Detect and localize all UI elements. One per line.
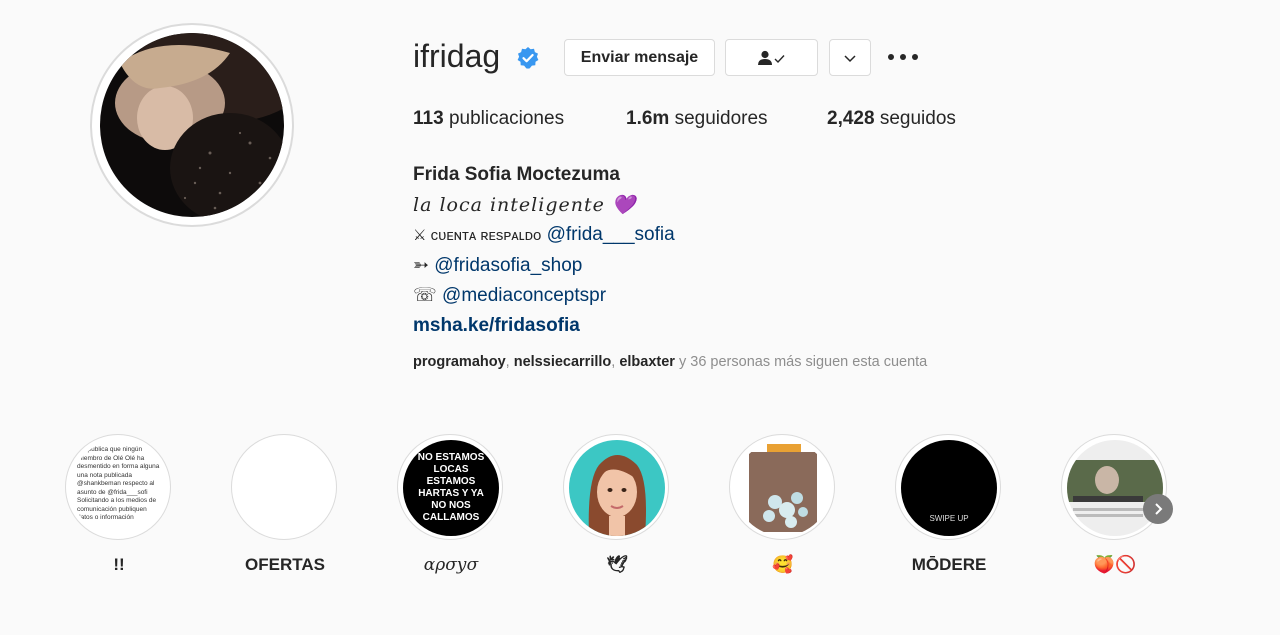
phone-icon: ☏ <box>413 285 437 306</box>
more-options-icon[interactable] <box>888 47 918 67</box>
followers-stat[interactable]: 1.6m seguidores <box>626 108 768 130</box>
shop-account-link[interactable]: @fridasofia_shop <box>434 255 582 276</box>
backup-account-label: ⚔ ᴄᴜᴇɴᴛᴀ ʀᴇsᴘᴀʟᴅᴏ <box>413 227 542 244</box>
backup-account-link[interactable]: @frida___sofia <box>547 224 675 245</box>
highlight-cover-illustration <box>569 440 665 536</box>
highlight-item[interactable]: SWIPE UP MŌDERE <box>895 434 1003 574</box>
following-count: 2,428 <box>827 108 875 129</box>
website-link[interactable]: msha.ke/fridasofia <box>413 311 675 341</box>
followers-label: seguidores <box>674 108 768 129</box>
posts-count: 113 <box>413 108 444 129</box>
user-check-icon <box>757 50 785 65</box>
profile-bio: Frida Sofia Moctezuma la loca inteligent… <box>413 160 675 341</box>
followed-by-user-3[interactable]: elbaxter <box>619 354 675 370</box>
highlight-cover-blank <box>237 440 333 536</box>
swipe-up-text: SWIPE UP <box>929 514 969 523</box>
highlight-label: 🕊 <box>606 555 628 574</box>
highlight-label: 🍑🚫 <box>1093 555 1137 574</box>
posts-stat: 113 publicaciones <box>413 108 564 130</box>
highlight-item[interactable]: ión pública que ningún miembro de Olé Ol… <box>65 434 173 574</box>
following-button[interactable] <box>725 39 818 76</box>
chevron-down-icon <box>844 54 856 62</box>
highlight-label: 🥰 <box>772 555 794 574</box>
highlight-item[interactable]: 🍑🚫 <box>1061 434 1169 574</box>
highlight-cover-photo <box>735 440 831 536</box>
followed-by-user-2[interactable]: nelssiecarrillo <box>514 354 612 370</box>
highlight-cover-text: ión pública que ningún miembro de Olé Ol… <box>77 446 160 521</box>
highlight-item[interactable]: 🥰 <box>729 434 837 574</box>
bio-tagline: la loca inteligente 💜 <box>413 194 637 216</box>
verified-badge-icon <box>517 47 539 69</box>
followed-by-user-1[interactable]: programahoy <box>413 354 506 370</box>
followed-by-rest: y 36 personas más siguen esta cuenta <box>678 354 928 370</box>
highlight-item[interactable]: OFERTAS <box>231 434 339 574</box>
highlights-next-button[interactable] <box>1143 494 1173 524</box>
bio-backup-account-line: ⚔ ᴄᴜᴇɴᴛᴀ ʀᴇsᴘᴀʟᴅᴏ @frida___sofia <box>413 220 675 251</box>
followed-by-text[interactable]: programahoy, nelssiecarrillo, elbaxter y… <box>413 354 927 370</box>
profile-username: ifridag <box>413 38 501 74</box>
highlight-item[interactable]: NO ESTAMOS LOCAS ESTAMOS HARTAS Y YA NO … <box>397 434 505 575</box>
highlight-cover-dark: SWIPE UP <box>901 440 997 536</box>
suggestions-dropdown-button[interactable] <box>829 39 871 76</box>
highlight-label: OFERTAS <box>245 555 325 574</box>
highlight-label: ɑρσуσ <box>423 555 479 575</box>
highlight-cover-text: NO ESTAMOS LOCAS ESTAMOS HARTAS Y YA NO … <box>417 452 485 523</box>
profile-avatar[interactable] <box>90 23 294 227</box>
highlight-cover-text-post: ión pública que ningún miembro de Olé Ol… <box>71 440 167 536</box>
profile-full-name: Frida Sofia Moctezuma <box>413 164 620 185</box>
avatar-image <box>100 33 284 217</box>
following-stat[interactable]: 2,428 seguidos <box>827 108 956 130</box>
bio-shop-line: ➳ @fridasofia_shop <box>413 251 675 281</box>
send-message-button[interactable]: Enviar mensaje <box>564 39 715 76</box>
highlight-label: !! <box>113 555 125 574</box>
highlight-cover-news <box>1067 440 1163 536</box>
highlight-label: MŌDERE <box>911 555 987 574</box>
highlight-item[interactable]: 🕊 <box>563 434 671 574</box>
followers-count: 1.6m <box>626 108 670 129</box>
posts-label: publicaciones <box>448 108 565 129</box>
bio-contact-line: ☏ @mediaconceptspr <box>413 281 675 311</box>
chevron-right-icon <box>1155 503 1163 515</box>
highlight-cover-text-post: NO ESTAMOS LOCAS ESTAMOS HARTAS Y YA NO … <box>403 440 499 536</box>
arrow-icon: ➳ <box>413 255 429 276</box>
contact-account-link[interactable]: @mediaconceptspr <box>442 285 606 306</box>
following-label: seguidos <box>879 108 956 129</box>
